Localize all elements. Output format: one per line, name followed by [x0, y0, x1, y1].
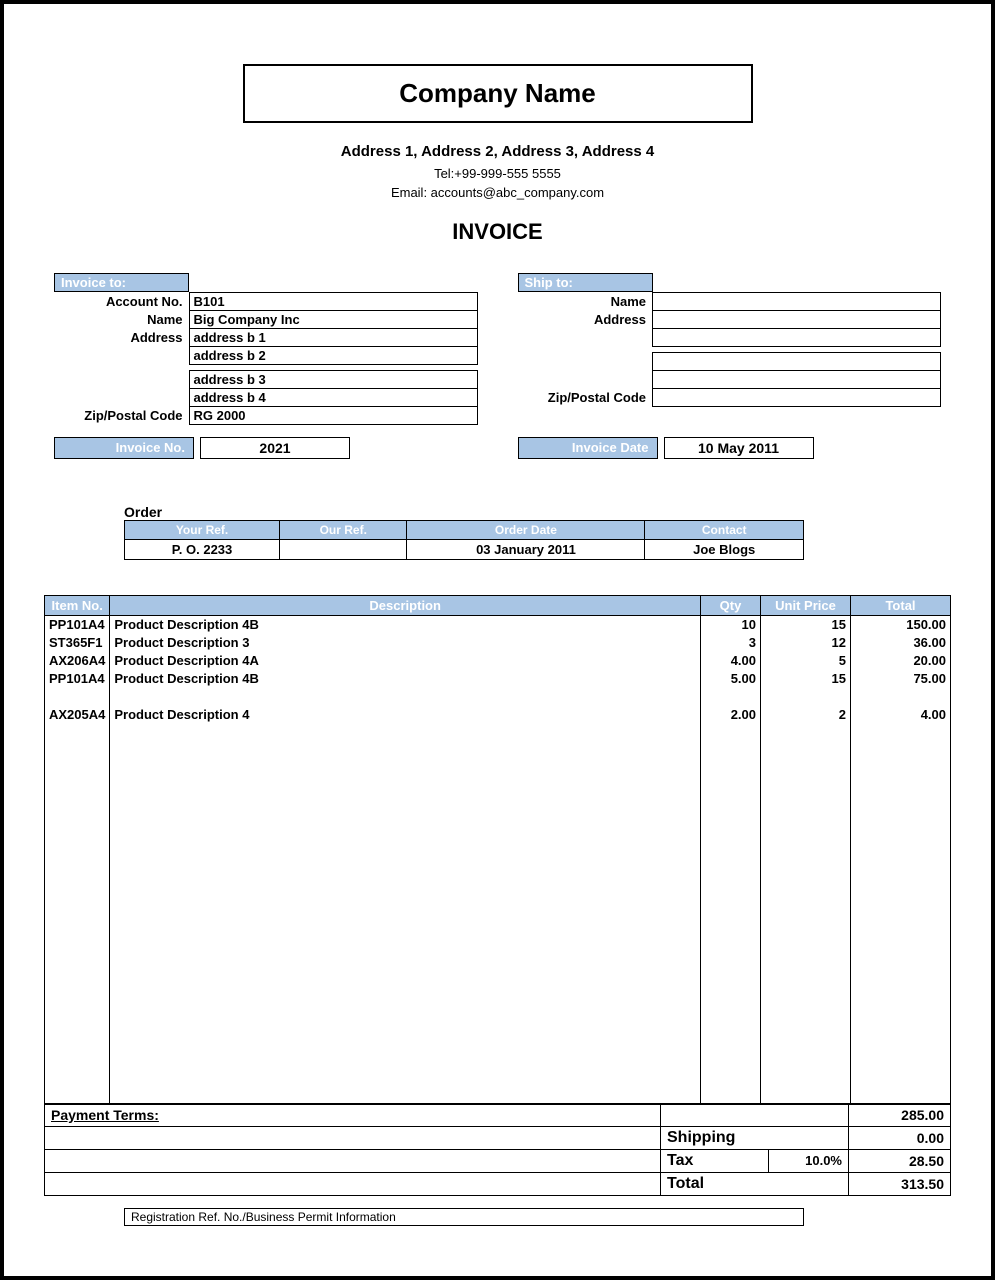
- cell-price: 15: [761, 669, 851, 687]
- value-zip: RG 2000: [189, 406, 477, 424]
- order-our-ref: [280, 539, 407, 559]
- tax-label: Tax: [661, 1149, 769, 1172]
- order-your-ref: P. O. 2233: [125, 539, 280, 559]
- label-name: Name: [54, 310, 189, 328]
- company-email: Email: accounts@abc_company.com: [44, 183, 951, 203]
- cell-price: [761, 687, 851, 705]
- cell-desc: Product Description 4A: [110, 651, 701, 669]
- value-name: Big Company Inc: [189, 310, 477, 328]
- order-header-contact: Contact: [645, 520, 804, 539]
- cell-desc: Product Description 4B: [110, 615, 701, 633]
- table-row: AX205A4Product Description 42.0024.00: [45, 705, 951, 723]
- value-ship-name: [653, 292, 941, 310]
- shipping-value: 0.00: [849, 1126, 951, 1149]
- tax-rate: 10.0%: [769, 1149, 849, 1172]
- value-addr3: address b 3: [189, 370, 477, 388]
- label-ship-address: Address: [518, 310, 653, 328]
- tax-value: 28.50: [849, 1149, 951, 1172]
- value-ship-addr2: [653, 328, 941, 346]
- order-header-your-ref: Your Ref.: [125, 520, 280, 539]
- table-row: ST365F1Product Description 331236.00: [45, 633, 951, 651]
- ship-to-heading: Ship to:: [518, 273, 653, 292]
- cell-total: [851, 687, 951, 705]
- cell-item: AX205A4: [45, 705, 110, 723]
- items-header-qty: Qty: [701, 595, 761, 615]
- cell-qty: 10: [701, 615, 761, 633]
- order-header-date: Order Date: [407, 520, 645, 539]
- label-zip: Zip/Postal Code: [54, 406, 189, 424]
- table-row: AX206A4Product Description 4A4.00520.00: [45, 651, 951, 669]
- cell-price: 12: [761, 633, 851, 651]
- items-header-desc: Description: [110, 595, 701, 615]
- shipping-label: Shipping: [661, 1126, 849, 1149]
- totals-table: Payment Terms: 285.00 Shipping 0.00 Tax …: [44, 1104, 951, 1196]
- items-header-total: Total: [851, 595, 951, 615]
- order-header-our-ref: Our Ref.: [280, 520, 407, 539]
- cell-price: 2: [761, 705, 851, 723]
- cell-price: 15: [761, 615, 851, 633]
- invoice-page: Company Name Address 1, Address 2, Addre…: [0, 0, 995, 1280]
- subtotal-value: 285.00: [849, 1104, 951, 1126]
- value-invoice-no: 2021: [200, 437, 350, 459]
- payment-terms-label: Payment Terms:: [51, 1107, 159, 1123]
- cell-item: PP101A4: [45, 669, 110, 687]
- total-value: 313.50: [849, 1172, 951, 1195]
- cell-desc: [110, 687, 701, 705]
- label-ship-zip: Zip/Postal Code: [518, 388, 653, 406]
- document-title: INVOICE: [44, 219, 951, 245]
- order-title: Order: [124, 504, 804, 520]
- company-name: Company Name: [243, 64, 753, 123]
- invoice-to-heading: Invoice to:: [54, 273, 189, 292]
- invoice-to-block: Invoice to: Account No. B101 Name Big Co…: [54, 273, 478, 425]
- cell-item: ST365F1: [45, 633, 110, 651]
- table-row: PP101A4Product Description 4B5.001575.00: [45, 669, 951, 687]
- order-block: Order Your Ref. Our Ref. Order Date Cont…: [124, 504, 804, 560]
- company-contact-block: Address 1, Address 2, Address 3, Address…: [44, 141, 951, 203]
- cell-qty: 4.00: [701, 651, 761, 669]
- value-ship-addr3: [653, 352, 941, 370]
- cell-item: [45, 687, 110, 705]
- label-ship-name: Name: [518, 292, 653, 310]
- label-address: Address: [54, 328, 189, 346]
- cell-item: PP101A4: [45, 615, 110, 633]
- label-invoice-date: Invoice Date: [518, 437, 658, 459]
- table-row: PP101A4Product Description 4B1015150.00: [45, 615, 951, 633]
- cell-total: 36.00: [851, 633, 951, 651]
- value-account-no: B101: [189, 292, 477, 310]
- cell-qty: 2.00: [701, 705, 761, 723]
- ship-to-block: Ship to: Name Address Zip/Postal Code: [518, 273, 942, 425]
- company-tel: Tel:+99-999-555 5555: [44, 164, 951, 184]
- items-table: Item No. Description Qty Unit Price Tota…: [44, 595, 951, 1104]
- value-addr1: address b 1: [189, 328, 477, 346]
- table-row: [45, 687, 951, 705]
- value-addr2: address b 2: [189, 346, 477, 364]
- total-label: Total: [661, 1172, 849, 1195]
- label-invoice-no: Invoice No.: [54, 437, 194, 459]
- registration-info: Registration Ref. No./Business Permit In…: [124, 1208, 804, 1226]
- cell-total: 75.00: [851, 669, 951, 687]
- cell-desc: Product Description 4B: [110, 669, 701, 687]
- items-header-price: Unit Price: [761, 595, 851, 615]
- value-ship-zip: [653, 388, 941, 406]
- order-contact: Joe Blogs: [645, 539, 804, 559]
- value-invoice-date: 10 May 2011: [664, 437, 814, 459]
- cell-item: AX206A4: [45, 651, 110, 669]
- value-ship-addr4: [653, 370, 941, 388]
- cell-qty: 3: [701, 633, 761, 651]
- items-header-item: Item No.: [45, 595, 110, 615]
- company-address: Address 1, Address 2, Address 3, Address…: [44, 141, 951, 164]
- cell-qty: [701, 687, 761, 705]
- cell-total: 150.00: [851, 615, 951, 633]
- order-date: 03 January 2011: [407, 539, 645, 559]
- cell-desc: Product Description 4: [110, 705, 701, 723]
- label-account-no: Account No.: [54, 292, 189, 310]
- cell-qty: 5.00: [701, 669, 761, 687]
- value-addr4: address b 4: [189, 388, 477, 406]
- value-ship-addr1: [653, 310, 941, 328]
- cell-desc: Product Description 3: [110, 633, 701, 651]
- cell-price: 5: [761, 651, 851, 669]
- cell-total: 4.00: [851, 705, 951, 723]
- cell-total: 20.00: [851, 651, 951, 669]
